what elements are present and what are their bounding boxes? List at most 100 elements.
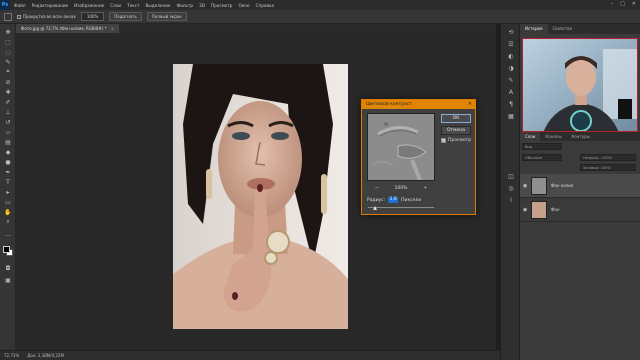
fill-screen-button[interactable]: Полный экран	[146, 12, 187, 21]
tab-properties[interactable]: Свойства	[548, 24, 578, 34]
radius-slider-track[interactable]	[368, 207, 434, 208]
filter-preview[interactable]	[367, 113, 435, 181]
layer-filter-field[interactable]: Вид	[522, 143, 562, 150]
hand-tool-icon[interactable]	[4, 12, 12, 21]
zoom-out-icon[interactable]: −	[375, 186, 379, 191]
status-bar: 72,73% Док: 2,38M/4,22M	[0, 350, 500, 360]
paragraph-panel-icon[interactable]: ¶	[506, 100, 516, 108]
foreground-color-swatch[interactable]	[3, 246, 10, 253]
status-zoom[interactable]: 72,73%	[4, 353, 19, 358]
layer-thumbnail	[531, 177, 547, 195]
adjustments-panel-icon[interactable]: ◑	[506, 64, 516, 72]
menu-3d[interactable]: 3D	[199, 3, 205, 8]
blend-mode-select[interactable]: Обычные	[522, 154, 562, 161]
document-image[interactable]	[173, 64, 348, 329]
zoom-100-button[interactable]: 100%	[80, 12, 105, 21]
zoom-tool-icon[interactable]: ⌕	[3, 218, 13, 226]
tab-channels[interactable]: Каналы	[540, 132, 566, 141]
checkbox-checked-icon[interactable]: ✓	[441, 138, 446, 143]
radius-unit: Пиксели	[401, 197, 422, 203]
layer-row-fon[interactable]: ◉ Фон	[520, 198, 640, 222]
marquee-tool-icon[interactable]: ⬚	[3, 38, 13, 46]
ok-button[interactable]: ОК	[441, 114, 471, 123]
high-pass-preview-image	[368, 114, 434, 180]
pen-tool-icon[interactable]: ✒	[3, 168, 13, 176]
crop-tool-icon[interactable]: ⌗	[3, 68, 13, 76]
properties-panel-icon[interactable]: ☰	[506, 40, 516, 48]
document-tab-title: Фото.jpg @ 72,7% (Фон копия, RGB/8#) *	[21, 26, 107, 31]
zoom-in-icon[interactable]: +	[423, 186, 427, 191]
menu-image[interactable]: Изображение	[74, 3, 104, 8]
close-button[interactable]: ✕	[632, 1, 636, 7]
high-pass-dialog: Цветовой контраст × ОК Отмена ✓ Просмотр…	[361, 99, 476, 215]
panel-dock-strip: ⟲ ☰ ◐ ◑ ✎ A ¶ ▦ ◫ ◎ ⌇	[500, 24, 520, 360]
fit-screen-button[interactable]: Подогнать	[109, 12, 142, 21]
maximize-button[interactable]: □	[620, 1, 625, 7]
fill-field[interactable]: Заливка: 100%	[580, 164, 636, 171]
menu-file[interactable]: Файл	[14, 3, 26, 8]
dialog-close-icon[interactable]: ×	[468, 100, 472, 109]
menu-help[interactable]: Справка	[256, 3, 274, 8]
preview-checkbox[interactable]: ✓ Просмотр	[441, 138, 471, 143]
eraser-tool-icon[interactable]: ▱	[3, 128, 13, 136]
preview-label: Просмотр	[448, 138, 472, 143]
status-doc-info: Док: 2,38M/4,22M	[27, 353, 64, 358]
path-select-tool-icon[interactable]: ▸	[3, 188, 13, 196]
channels-panel-icon[interactable]: ◎	[506, 184, 516, 192]
clone-stamp-tool-icon[interactable]: ⊥	[3, 108, 13, 116]
tab-layers[interactable]: Слои	[520, 132, 541, 141]
visibility-eye-icon[interactable]: ◉	[523, 183, 527, 189]
paths-panel-icon[interactable]: ⌇	[506, 196, 516, 204]
scroll-all-windows-option[interactable]: Прокрутка во всех окнах	[17, 14, 76, 19]
quick-select-tool-icon[interactable]: ✎	[3, 58, 13, 66]
document-tab[interactable]: Фото.jpg @ 72,7% (Фон копия, RGB/8#) * ×	[16, 24, 120, 33]
screen-mode-icon[interactable]: ▣	[3, 276, 13, 284]
shape-tool-icon[interactable]: ▭	[3, 198, 13, 206]
webcam-image	[523, 39, 637, 131]
menu-layers[interactable]: Слои	[110, 3, 121, 8]
eyedropper-tool-icon[interactable]: ⊘	[3, 78, 13, 86]
menu-window[interactable]: Окно	[238, 3, 249, 8]
brush-panel-icon[interactable]: ✎	[506, 76, 516, 84]
layer-name: Фон копия	[551, 183, 574, 188]
history-brush-tool-icon[interactable]: ↺	[3, 118, 13, 126]
move-tool-icon[interactable]: ✥	[3, 28, 13, 36]
hand-tool-icon[interactable]: ✋	[3, 208, 13, 216]
dialog-title[interactable]: Цветовой контраст	[362, 100, 475, 109]
blur-tool-icon[interactable]: ◆	[3, 148, 13, 156]
radius-input[interactable]: 1,6	[388, 197, 399, 203]
menu-view[interactable]: Просмотр	[211, 3, 233, 8]
lasso-tool-icon[interactable]: ◌	[3, 48, 13, 56]
color-panel-icon[interactable]: ◐	[506, 52, 516, 60]
menu-edit[interactable]: Редактирование	[32, 3, 69, 8]
menu-filter[interactable]: Фильтр	[177, 3, 194, 8]
window-controls: – □ ✕	[611, 1, 636, 7]
history-panel-icon[interactable]: ⟲	[506, 28, 516, 36]
layer-row-fon-kopiya[interactable]: ◉ Фон копия	[520, 174, 640, 198]
character-panel-icon[interactable]: A	[506, 88, 516, 96]
radius-slider-thumb[interactable]	[372, 206, 377, 210]
close-tab-icon[interactable]: ×	[111, 26, 114, 31]
quick-mask-icon[interactable]: ◘	[3, 264, 13, 272]
minimize-button[interactable]: –	[611, 1, 614, 7]
brush-tool-icon[interactable]: ✐	[3, 98, 13, 106]
type-tool-icon[interactable]: T	[3, 178, 13, 186]
opacity-field[interactable]: Непрозр.: 100%	[580, 154, 636, 161]
gradient-tool-icon[interactable]: ▤	[3, 138, 13, 146]
cancel-button[interactable]: Отмена	[441, 126, 471, 135]
tab-paths[interactable]: Контуры	[566, 132, 594, 141]
options-bar: Прокрутка во всех окнах 100% Подогнать П…	[0, 10, 640, 24]
menu-text[interactable]: Текст	[127, 3, 139, 8]
checkbox-icon[interactable]	[17, 15, 21, 19]
swatches-panel-icon[interactable]: ▦	[506, 112, 516, 120]
preview-zoom-controls: − 100% +	[367, 186, 435, 191]
tab-history[interactable]: История	[520, 24, 548, 34]
layers-panel-icon[interactable]: ◫	[506, 172, 516, 180]
radius-label: Радиус:	[367, 197, 386, 203]
menu-select[interactable]: Выделение	[146, 3, 171, 8]
dodge-tool-icon[interactable]: ●	[3, 158, 13, 166]
visibility-eye-icon[interactable]: ◉	[523, 207, 527, 213]
more-tools-icon[interactable]: …	[3, 230, 13, 238]
healing-brush-tool-icon[interactable]: ✚	[3, 88, 13, 96]
tools-panel: ✥ ⬚ ◌ ✎ ⌗ ⊘ ✚ ✐ ⊥ ↺ ▱ ▤ ◆ ● ✒ T ▸ ▭ ✋ ⌕ …	[0, 24, 16, 350]
